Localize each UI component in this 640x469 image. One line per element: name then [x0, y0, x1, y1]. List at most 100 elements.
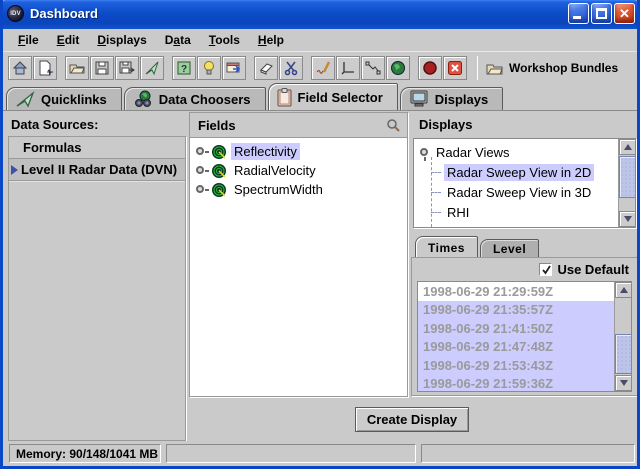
quicklinks-button[interactable]: [140, 56, 164, 80]
minimize-icon: [573, 16, 581, 19]
workshop-bundles[interactable]: Workshop Bundles: [486, 61, 618, 75]
field-reflectivity[interactable]: Reflectivity: [196, 142, 407, 161]
menu-tools[interactable]: Tools: [200, 31, 249, 49]
new-bundle-button[interactable]: [33, 56, 57, 80]
use-default-checkbox-row[interactable]: Use Default: [539, 262, 629, 277]
scroll-up-button[interactable]: [619, 139, 636, 155]
idv-logo-icon: IDV: [7, 5, 24, 22]
stop-icon: [422, 60, 438, 76]
draw-line-icon: [365, 60, 381, 76]
scroll-down-button[interactable]: [615, 375, 632, 391]
menu-help[interactable]: Help: [249, 31, 293, 49]
workshop-bundles-label: Workshop Bundles: [509, 61, 618, 75]
arrow-down-icon: [620, 380, 628, 386]
display-group-label: Radar Views: [436, 145, 509, 160]
cut-button[interactable]: [279, 56, 303, 80]
search-icon[interactable]: [386, 118, 401, 133]
monitor-icon: [409, 90, 429, 108]
data-source-formulas[interactable]: Formulas: [9, 137, 185, 159]
displays-tree: Radar Views Radar Sweep View in 2D Radar…: [414, 139, 618, 227]
scroll-down-button[interactable]: [619, 211, 636, 227]
tree-collapsed-handle-icon[interactable]: [196, 184, 207, 195]
scroll-up-button[interactable]: [615, 282, 632, 298]
time-item[interactable]: 1998-06-29 21:29:59Z: [418, 282, 614, 301]
fields-title: Fields: [198, 118, 386, 133]
menu-file[interactable]: File: [9, 31, 48, 49]
minimize-button[interactable]: [568, 3, 589, 24]
display-radar-sweep-3d[interactable]: Radar Sweep View in 3D: [414, 182, 618, 202]
home-button[interactable]: [8, 56, 32, 80]
draw-line-button[interactable]: [361, 56, 385, 80]
cancel-button[interactable]: [443, 56, 467, 80]
display-window-button[interactable]: [222, 56, 246, 80]
edit-icon: [315, 60, 331, 76]
time-item[interactable]: 1998-06-29 21:59:36Z: [418, 375, 614, 393]
open-bundle-button[interactable]: [65, 56, 89, 80]
quicklinks-icon: [144, 60, 160, 76]
time-item[interactable]: 1998-06-29 21:41:50Z: [418, 319, 614, 338]
data-chooser-help-button[interactable]: ?: [172, 56, 196, 80]
menu-edit[interactable]: Edit: [48, 31, 89, 49]
display-label: RHI: [444, 204, 472, 221]
create-display-button[interactable]: Create Display: [355, 407, 469, 432]
times-scrollbar[interactable]: [614, 282, 631, 391]
close-button[interactable]: ✕: [614, 3, 635, 24]
time-item[interactable]: 1998-06-29 21:47:48Z: [418, 338, 614, 357]
display-rhi[interactable]: RHI: [414, 202, 618, 222]
time-label: 1998-06-29 21:53:43Z: [423, 358, 553, 373]
radar-field-icon: [211, 144, 227, 160]
tab-level[interactable]: Level: [480, 239, 539, 258]
menubar: File Edit Displays Data Tools Help: [3, 29, 637, 51]
scrollbar-thumb[interactable]: [615, 334, 632, 374]
cancel-icon: [447, 60, 463, 76]
eraser-button[interactable]: [254, 56, 278, 80]
cut-icon: [283, 60, 299, 76]
tips-button[interactable]: [197, 56, 221, 80]
displays-tree-box: Radar Views Radar Sweep View in 2D Radar…: [413, 138, 636, 228]
save-button[interactable]: [90, 56, 114, 80]
window-title: Dashboard: [30, 6, 566, 21]
display-group-radar-views[interactable]: Radar Views: [414, 142, 618, 162]
edit-button[interactable]: [311, 56, 335, 80]
globe-icon: [390, 60, 406, 76]
field-spectrum-width[interactable]: SpectrumWidth: [196, 180, 407, 199]
save-as-button[interactable]: [115, 56, 139, 80]
paper-plane-icon: [15, 90, 35, 108]
display-label: CAPPI: [444, 224, 489, 228]
stop-load-button[interactable]: [418, 56, 442, 80]
display-radar-sweep-2d[interactable]: Radar Sweep View in 2D: [414, 162, 618, 182]
use-default-label: Use Default: [557, 262, 629, 277]
tree-collapsed-handle-icon[interactable]: [196, 146, 207, 157]
titlebar[interactable]: IDV Dashboard ✕: [0, 0, 640, 29]
axis-button[interactable]: [336, 56, 360, 80]
radar-field-icon: [211, 182, 227, 198]
data-source-label: Formulas: [23, 140, 82, 155]
tab-quicklinks[interactable]: Quicklinks: [6, 87, 122, 110]
svg-text:?: ?: [181, 64, 187, 75]
tree-expanded-handle-icon[interactable]: [420, 147, 431, 158]
time-item[interactable]: 1998-06-29 21:53:43Z: [418, 356, 614, 375]
tab-times[interactable]: Times: [415, 236, 478, 258]
displays-scrollbar[interactable]: [618, 139, 635, 227]
tab-data-choosers[interactable]: Data Choosers: [124, 87, 266, 110]
menu-data[interactable]: Data: [156, 31, 200, 49]
scrollbar-thumb[interactable]: [619, 156, 636, 198]
statusbar: Memory: 90/148/1041 MB: [3, 441, 637, 466]
data-source-level2-radar[interactable]: Level II Radar Data (DVN): [9, 159, 185, 181]
home-icon: [12, 60, 28, 76]
menu-displays[interactable]: Displays: [88, 31, 155, 49]
eraser-icon: [258, 60, 274, 76]
time-item[interactable]: 1998-06-29 21:35:57Z: [418, 301, 614, 320]
close-icon: ✕: [615, 4, 634, 23]
bundles-folder-icon: [486, 61, 503, 75]
field-radial-velocity[interactable]: RadialVelocity: [196, 161, 407, 180]
data-source-label: Level II Radar Data (DVN): [21, 162, 177, 177]
maximize-button[interactable]: [591, 3, 612, 24]
new-bundle-icon: [37, 60, 53, 76]
globe-button[interactable]: [386, 56, 410, 80]
tree-collapsed-handle-icon[interactable]: [196, 165, 207, 176]
display-cappi[interactable]: CAPPI: [414, 222, 618, 227]
tab-displays[interactable]: Displays: [400, 87, 503, 110]
use-default-checkbox[interactable]: [539, 263, 552, 276]
tab-field-selector[interactable]: Field Selector: [268, 83, 398, 110]
